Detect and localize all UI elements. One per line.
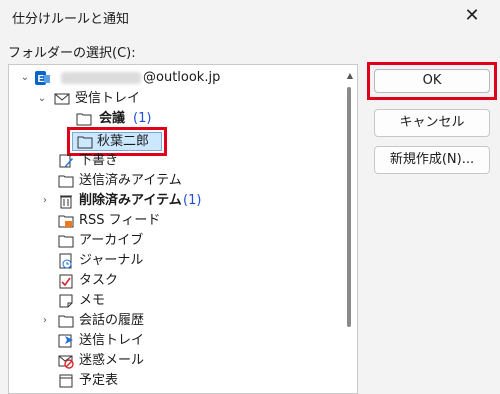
tree-item-label: 送信トレイ	[79, 333, 145, 348]
tree-item-label: RSS フィード	[79, 213, 161, 228]
chevron-down-icon[interactable]: ⌄	[19, 68, 31, 88]
tree-item-junk[interactable]: 迷惑メール	[9, 351, 339, 371]
folder-select-label: フォルダーの選択(C):	[8, 46, 136, 61]
tree-item-meeting[interactable]: 会議 (1)	[9, 109, 339, 129]
close-icon[interactable]: ✕	[462, 6, 482, 26]
scroll-up-icon[interactable]: ▲	[347, 71, 353, 80]
unread-count: (1)	[183, 193, 202, 208]
tree-item-label: 会話の履歴	[79, 313, 145, 328]
tree-item-calendar[interactable]: 予定表	[9, 371, 339, 391]
ok-highlight: OK	[367, 62, 497, 100]
tree-item-label: 下書き	[79, 153, 119, 168]
tree-item-label: メモ	[79, 293, 106, 308]
tree-item-label: 削除済みアイテム	[79, 193, 182, 208]
tree-item-label: 予定表	[79, 373, 119, 388]
title-bar: 仕分けルールと通知 ✕	[0, 0, 500, 34]
outbox-icon	[57, 332, 75, 350]
ok-button[interactable]: OK	[374, 69, 490, 93]
trash-icon	[57, 192, 75, 210]
folder-icon	[57, 312, 75, 330]
tree-item-akiba[interactable]: 秋葉二郎	[72, 132, 162, 151]
folder-icon	[75, 110, 93, 128]
tree-item-account[interactable]: ⌄ E @outlook.jp	[9, 68, 339, 88]
chevron-right-icon[interactable]: ›	[39, 311, 51, 331]
cancel-button[interactable]: キャンセル	[374, 109, 490, 137]
chevron-down-icon[interactable]: ⌄	[36, 89, 48, 109]
scrollbar-thumb[interactable]	[347, 87, 351, 327]
folder-icon	[76, 133, 94, 151]
window-title: 仕分けルールと通知	[12, 12, 130, 27]
draft-icon	[57, 152, 75, 170]
exchange-icon: E	[33, 69, 51, 87]
tree-item-label: 送信済みアイテム	[79, 173, 182, 188]
tree-item-label: 迷惑メール	[79, 353, 145, 368]
tree-item-journal[interactable]: ジャーナル	[9, 251, 339, 271]
tree-item-history[interactable]: › 会話の履歴	[9, 311, 339, 331]
tree-item-drafts[interactable]: 下書き	[9, 151, 339, 171]
folder-icon	[57, 232, 75, 250]
chevron-right-icon[interactable]: ›	[39, 191, 51, 211]
tree-item-label: タスク	[79, 273, 119, 288]
tree-item-label: アーカイブ	[79, 233, 144, 248]
tree-item-archive[interactable]: アーカイブ	[9, 231, 339, 251]
tree-item-label: 会議	[99, 111, 126, 126]
note-icon	[57, 292, 75, 310]
tree-item-outbox[interactable]: 送信トレイ	[9, 331, 339, 351]
inbox-icon	[53, 90, 71, 108]
rss-icon	[57, 212, 75, 230]
junk-mail-icon	[57, 352, 75, 370]
tree-item-label: 秋葉二郎	[97, 134, 150, 149]
folder-icon	[57, 172, 75, 190]
tree-item-notes[interactable]: メモ	[9, 291, 339, 311]
tree-item-rss[interactable]: RSS フィード	[9, 211, 339, 231]
journal-icon	[57, 252, 75, 270]
account-email: @outlook.jp	[143, 70, 221, 85]
tree-item-tasks[interactable]: タスク	[9, 271, 339, 291]
unread-count: (1)	[133, 111, 152, 126]
svg-text:E: E	[38, 74, 45, 85]
calendar-icon	[57, 372, 75, 390]
redacted-account-name	[61, 71, 141, 84]
tree-item-label: ジャーナル	[79, 253, 144, 268]
new-folder-button[interactable]: 新規作成(N)...	[374, 146, 490, 174]
tree-item-sent[interactable]: 送信済みアイテム	[9, 171, 339, 191]
tree-item-inbox[interactable]: ⌄ 受信トレイ	[9, 89, 339, 109]
tree-item-deleted[interactable]: › 削除済みアイテム (1)	[9, 191, 339, 211]
folder-tree[interactable]: ⌄ E @outlook.jp ⌄ 受信トレイ 会議 (1) 秋葉二郎 下書き …	[8, 64, 358, 394]
tree-item-label: 受信トレイ	[75, 91, 141, 106]
tasks-icon	[57, 272, 75, 290]
